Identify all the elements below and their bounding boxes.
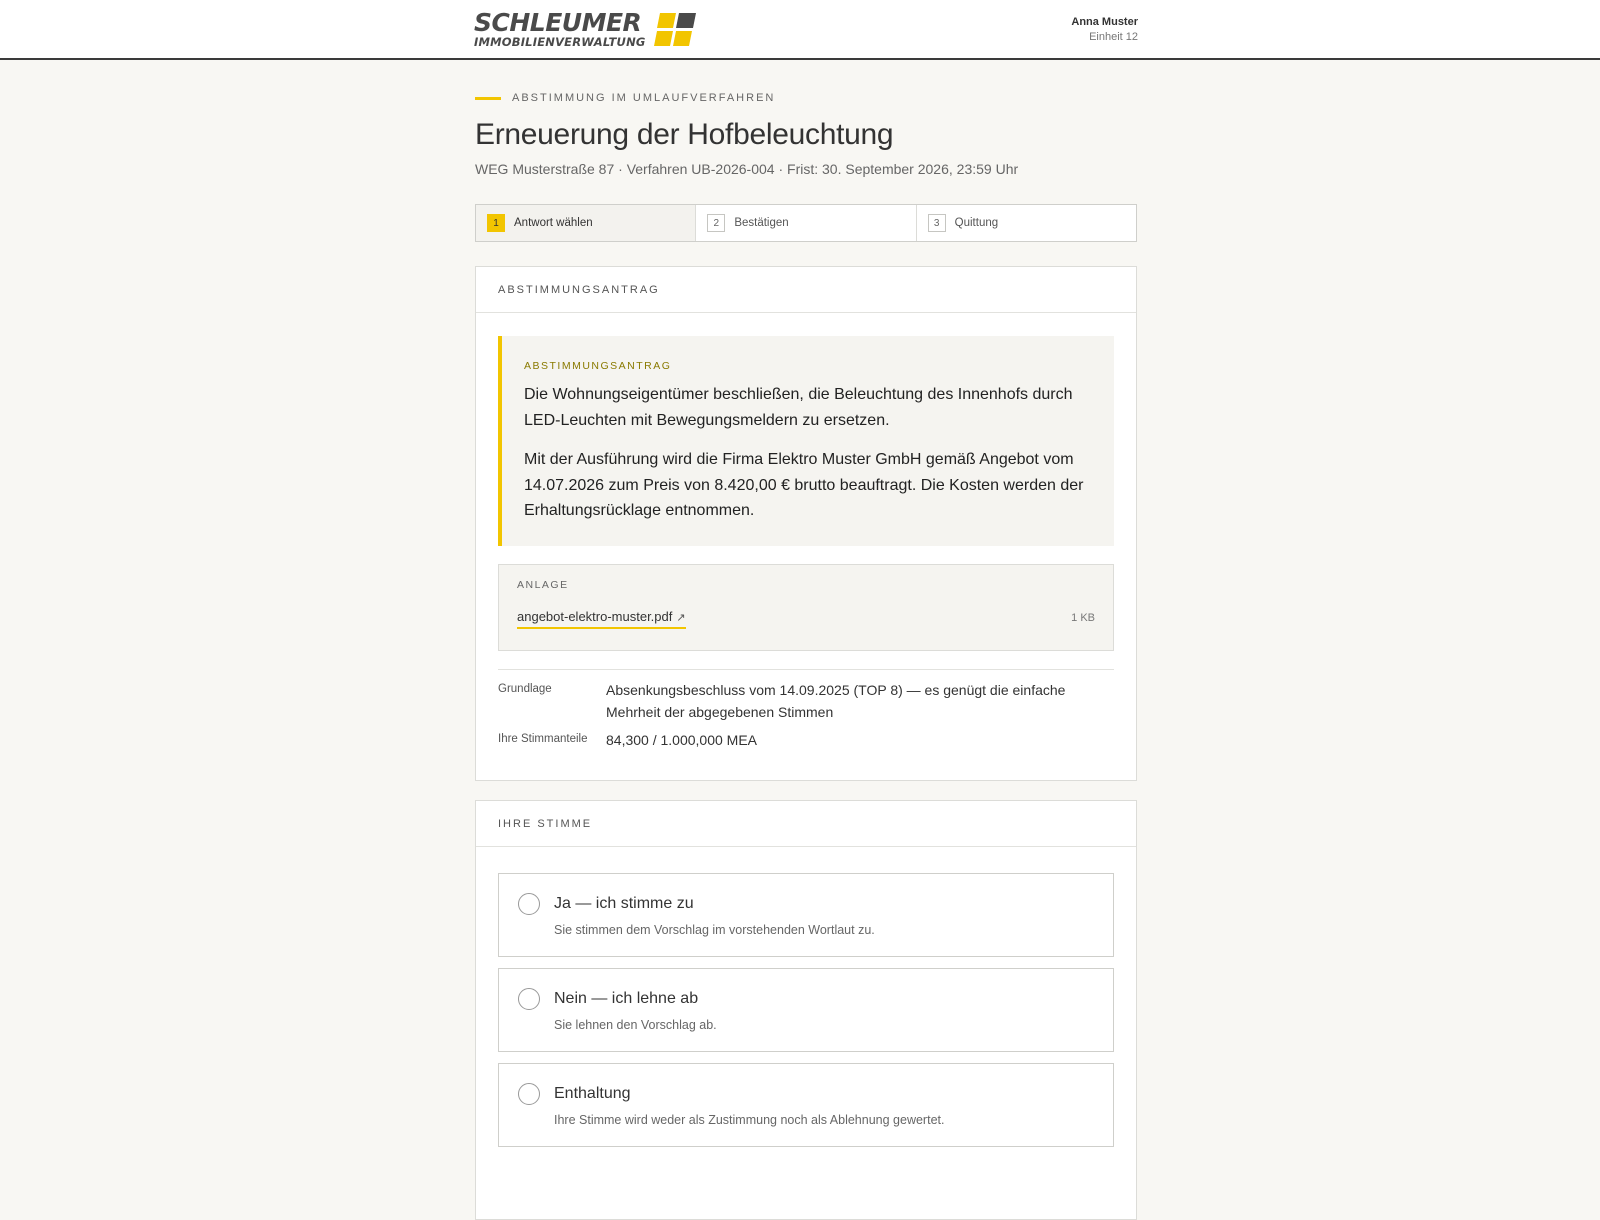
attachment-box: ANLAGE angebot-elektro-muster.pdf ↗ 1 KB (498, 564, 1114, 651)
vote-option-label: Enthaltung (554, 1085, 631, 1102)
logo-mark-icon (654, 13, 696, 46)
eyebrow: ABSTIMMUNG IM UMLAUFVERFAHREN (475, 91, 775, 105)
fact-value: 84,300 / 1.000,000 MEA (606, 732, 757, 748)
vote-card: IHRE STIMME Ja — ich stimme zu Sie stimm… (475, 800, 1137, 1220)
step-number: 3 (927, 214, 946, 232)
step-3: 3 Quittung (917, 205, 1136, 241)
attachment-link[interactable]: angebot-elektro-muster.pdf ↗ (517, 609, 686, 629)
divider (498, 669, 1114, 670)
proposal-quote: ABSTIMMUNGSANTRAG Die Wohnungseigentümer… (498, 336, 1114, 546)
proposal-quote-label: ABSTIMMUNGSANTRAG (524, 360, 672, 372)
step-number: 1 (487, 214, 505, 232)
vote-option-label: Nein — ich lehne ab (554, 990, 699, 1007)
fact-row: Ihre Stimmanteile 84,300 / 1.000,000 MEA (498, 729, 1114, 751)
vote-option-description: Ihre Stimme wird weder als Zustimmung no… (554, 1113, 945, 1127)
step-number: 2 (707, 214, 726, 232)
radio-button[interactable] (518, 1083, 540, 1105)
vote-option-description: Sie stimmen dem Vorschlag im vorstehende… (554, 923, 875, 937)
vote-card-heading: IHRE STIMME (476, 801, 1136, 847)
vote-option-yes[interactable]: Ja — ich stimme zu Sie stimmen dem Vorsc… (498, 873, 1114, 957)
eyebrow-text: ABSTIMMUNG IM UMLAUFVERFAHREN (512, 92, 776, 104)
stepper: 1 Antwort wählen 2 Bestätigen 3 Quittung (475, 204, 1137, 242)
eyebrow-accent-bar (475, 96, 501, 100)
fact-key: Grundlage (498, 683, 552, 695)
step-2: 2 Bestätigen (696, 205, 917, 241)
vote-option-label: Ja — ich stimme zu (554, 895, 694, 912)
attachment-filename: angebot-elektro-muster.pdf (517, 609, 673, 624)
radio-button[interactable] (518, 893, 540, 915)
attachment-label: ANLAGE (517, 579, 569, 591)
fact-key: Ihre Stimmanteile (498, 733, 588, 745)
fact-row: Grundlage Absenkungsbeschluss vom 14.09.… (498, 679, 1114, 723)
fact-value: Absenkungsbeschluss vom 14.09.2025 (TOP … (606, 682, 1066, 720)
step-label: Antwort wählen (514, 217, 593, 229)
radio-button[interactable] (518, 988, 540, 1010)
proposal-card-heading: ABSTIMMUNGSANTRAG (476, 267, 1136, 313)
external-link-icon: ↗ (676, 612, 686, 624)
vote-option-abstain[interactable]: Enthaltung Ihre Stimme wird weder als Zu… (498, 1063, 1114, 1147)
attachment-size: 1 KB (1071, 612, 1095, 624)
page-meta: WEG Musterstraße 87 · Verfahren UB-2026-… (475, 161, 1019, 177)
vote-option-description: Sie lehnen den Vorschlag ab. (554, 1018, 717, 1032)
logo-main-text: SCHLEUMER (474, 8, 642, 37)
user-unit: Einheit 12 (1089, 31, 1138, 43)
vote-option-no[interactable]: Nein — ich lehne ab Sie lehnen den Vorsc… (498, 968, 1114, 1052)
logo-wordmark: SCHLEUMER IMMOBILIENVERWALTUNG (474, 8, 646, 49)
step-1: 1 Antwort wählen (476, 205, 697, 241)
top-bar: SCHLEUMER IMMOBILIENVERWALTUNG Anna Must… (0, 0, 1600, 60)
proposal-paragraph-2: Mit der Ausführung wird die Firma Elektr… (524, 451, 1084, 519)
user-info[interactable]: Anna Muster Einheit 12 (1071, 15, 1138, 45)
user-name: Anna Muster (1071, 16, 1138, 28)
step-label: Quittung (954, 217, 999, 229)
logo-sub-text: IMMOBILIENVERWALTUNG (474, 35, 646, 49)
proposal-paragraph-1: Die Wohnungseigentümer beschließen, die … (524, 386, 1073, 429)
page-title: Erneuerung der Hofbeleuchtung (475, 118, 894, 151)
step-label: Bestätigen (734, 217, 789, 229)
proposal-card: ABSTIMMUNGSANTRAG ABSTIMMUNGSANTRAG Die … (475, 266, 1137, 781)
proposal-facts: Grundlage Absenkungsbeschluss vom 14.09.… (498, 679, 1114, 757)
